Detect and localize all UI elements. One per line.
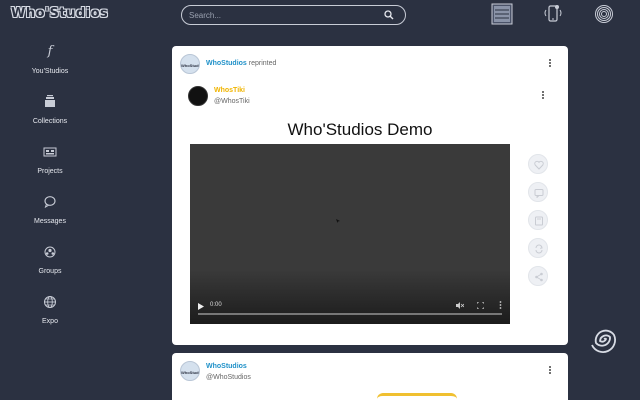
more-options-icon[interactable]	[546, 365, 554, 377]
reprinted-handle: @WhosTiki	[214, 98, 250, 105]
sidebar-item-projects[interactable]: Projects	[0, 144, 100, 188]
sidebar-item-youstudios[interactable]: f You'Studios	[0, 44, 100, 88]
avatar[interactable]: WhoStudios	[180, 361, 200, 381]
video-options-icon[interactable]	[499, 301, 502, 309]
avatar-logo-text: WhoStudios	[181, 370, 199, 375]
play-icon[interactable]	[198, 303, 204, 310]
spiral-icon[interactable]	[588, 322, 620, 356]
post-author[interactable]: WhoStudios	[206, 363, 247, 370]
gallery-icon[interactable]	[491, 3, 513, 25]
reprint-icon	[535, 244, 543, 254]
sidebar-item-label: Groups	[38, 268, 62, 275]
app-logo[interactable]: Who'Studios	[11, 6, 108, 21]
avatar-logo-text: WhoStudios	[181, 63, 199, 68]
more-options-icon[interactable]	[546, 58, 554, 70]
sidebar-item-label: Collections	[32, 118, 68, 125]
video-seek-bar[interactable]	[198, 313, 502, 315]
video-player[interactable]: 0:00	[190, 144, 510, 324]
reprinted-more-options-icon[interactable]	[539, 90, 547, 102]
sidebar-item-expo[interactable]: Expo	[0, 294, 100, 338]
mute-icon[interactable]	[456, 302, 464, 309]
avatar[interactable]: WhoStudios	[180, 54, 200, 74]
sidebar-item-label: Projects	[37, 168, 63, 175]
video-time: 0:00	[210, 302, 222, 308]
sidebar-item-groups[interactable]: Groups	[0, 244, 100, 288]
search-icon[interactable]	[384, 10, 394, 20]
reprint-button[interactable]	[528, 238, 548, 258]
like-button[interactable]	[528, 154, 548, 174]
reprinted-author[interactable]: WhosTiki	[214, 87, 245, 94]
collection-icon	[45, 95, 55, 107]
post-action: reprinted	[248, 60, 277, 67]
comment-icon	[534, 189, 544, 198]
projects-icon	[43, 147, 57, 157]
groups-icon	[44, 246, 56, 258]
comment-button[interactable]	[528, 182, 548, 202]
fullscreen-icon[interactable]	[477, 302, 484, 309]
sidebar-item-label: You'Studios	[31, 68, 69, 75]
search-bar[interactable]	[181, 5, 406, 25]
share-button[interactable]	[528, 266, 548, 286]
post-title: Who'Studios Demo	[287, 120, 433, 139]
sidebar-item-messages[interactable]: Messages	[0, 194, 100, 238]
globe-icon	[44, 296, 56, 308]
sidebar-item-label: Messages	[34, 218, 66, 225]
save-button[interactable]	[528, 210, 548, 230]
fingerprint-icon[interactable]	[594, 3, 614, 25]
heart-icon	[534, 160, 544, 170]
share-icon	[535, 272, 543, 282]
post-author-line: WhoStudios reprinted	[206, 60, 276, 67]
sidebar-item-collections[interactable]: Collections	[0, 94, 100, 138]
post-card: WhoStudios WhoStudios reprinted WhosTiki…	[172, 46, 568, 345]
post-author[interactable]: WhoStudios	[206, 60, 247, 67]
top-bar: Who'Studios	[0, 0, 640, 30]
cursor-icon	[336, 219, 340, 223]
post-media-preview	[377, 393, 457, 400]
sidebar: f You'Studios Collections Projects Messa…	[0, 30, 100, 400]
save-icon	[535, 216, 543, 226]
reprinted-avatar[interactable]	[188, 86, 208, 106]
search-input[interactable]	[189, 8, 379, 22]
sidebar-item-label: Expo	[42, 318, 58, 325]
phone-notification-icon[interactable]	[543, 3, 563, 25]
post-card: WhoStudios WhoStudios @WhoStudios	[172, 353, 568, 400]
message-bubble-icon	[44, 196, 56, 209]
post-handle: @WhoStudios	[206, 374, 251, 381]
script-f-icon: f	[47, 44, 53, 59]
